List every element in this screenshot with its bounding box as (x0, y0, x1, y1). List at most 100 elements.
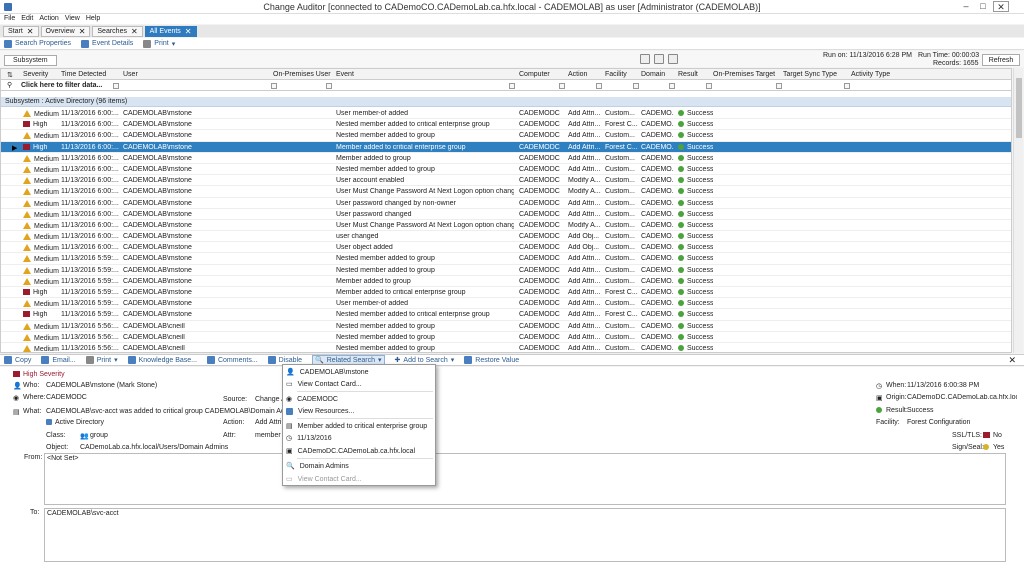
col-target-sync-type[interactable]: Target Sync Type (783, 71, 837, 78)
copy-button[interactable]: Copy (4, 356, 31, 364)
col-event[interactable]: Event (336, 71, 354, 78)
filter-row[interactable]: ⚲ Click here to filter data... (1, 81, 1011, 91)
to-box[interactable]: CADEMOLAB\svc-acct (44, 508, 1006, 562)
table-row[interactable]: Medium 11/13/2016 6:00:... CADEMOLAB\mston… (1, 164, 1011, 176)
disable-button[interactable]: Disable (267, 356, 302, 364)
subsystem-group-button[interactable]: Subsystem (4, 55, 57, 66)
cell-result: Success (678, 266, 713, 274)
filter-cell-icon[interactable] (776, 83, 782, 89)
menu-item-user[interactable]: 👤 CADEMOLAB\mstone (286, 366, 369, 378)
col-result[interactable]: Result (678, 71, 698, 78)
scrollbar-thumb[interactable] (1016, 78, 1022, 138)
table-row[interactable]: Medium 11/13/2016 6:00:... CADEMOLAB\mston… (1, 153, 1011, 164)
comments-button[interactable]: Comments... (206, 356, 258, 364)
col-on-premises-target[interactable]: On-Premises Target (713, 71, 775, 78)
table-row[interactable]: Medium 11/13/2016 5:59:... CADEMOLAB\mston… (1, 265, 1011, 276)
sort-icon[interactable]: ⇅ (7, 71, 13, 79)
cell-event: Member added to group (336, 154, 411, 162)
add-to-search-button[interactable]: ✚ Add to Search ▾ (395, 356, 455, 365)
print-detail-button[interactable]: Print ▾ (85, 356, 118, 364)
menu-item-event[interactable]: ▤ Member added to critical enterprise gro… (286, 420, 427, 432)
filter-cell-icon[interactable] (559, 83, 565, 89)
email-button[interactable]: Email... (41, 356, 76, 364)
from-box[interactable]: <Not Set> (44, 453, 1006, 505)
table-row[interactable]: Medium 11/13/2016 5:59:... CADEMOLAB\mston… (1, 253, 1011, 265)
menu-item-object[interactable]: 🔍 Domain Admins (286, 460, 349, 472)
search-properties-button[interactable]: Search Properties (4, 39, 71, 48)
table-row[interactable]: High 11/13/2016 5:59:... CADEMOLAB\mstone N… (1, 309, 1011, 321)
table-row[interactable]: Medium 11/13/2016 6:00:... CADEMOLAB\mston… (1, 220, 1011, 232)
table-row[interactable]: Medium 11/13/2016 6:00:... CADEMOLAB\mston… (1, 130, 1011, 142)
close-tab-icon[interactable]: ✕ (131, 27, 138, 36)
knowledge-base-button[interactable]: Knowledge Base... (127, 356, 197, 364)
group-header[interactable]: Subsystem : Active Directory (96 items) (1, 97, 1011, 107)
col-activity-type[interactable]: Activity Type (851, 71, 890, 78)
menu-item-view-resources[interactable]: View Resources... (286, 405, 354, 417)
table-row[interactable]: Medium 11/13/2016 6:00:... CADEMOLAB\mston… (1, 231, 1011, 243)
menu-item-origin[interactable]: ▣ CADemoDC.CADemoLab.ca.hfx.local (286, 445, 415, 457)
filter-cell-icon[interactable] (596, 83, 602, 89)
menu-view[interactable]: View (65, 14, 80, 24)
close-icon[interactable]: ✕ (993, 1, 1009, 12)
close-icon[interactable]: ✕ (1008, 355, 1016, 366)
table-row[interactable]: Medium 11/13/2016 6:00:... CADEMOLAB\mston… (1, 198, 1011, 209)
what-label: What: (23, 408, 42, 415)
menu-item-contact-card[interactable]: ▭ View Contact Card... (286, 378, 362, 390)
table-row[interactable]: Medium 11/13/2016 6:00:... CADEMOLAB\mston… (1, 186, 1011, 198)
table-row[interactable]: Medium 11/13/2016 5:59:... CADEMOLAB\mston… (1, 276, 1011, 287)
close-tab-icon[interactable]: ✕ (185, 27, 192, 36)
table-row[interactable]: Medium11/13/2016 5:56:... CADEMOLAB\cneil… (1, 321, 1011, 332)
close-tab-icon[interactable]: ✕ (79, 27, 86, 36)
table-row[interactable]: Medium11/13/2016 5:56:... CADEMOLAB\cneil… (1, 343, 1011, 355)
filter-cell-icon[interactable] (633, 83, 639, 89)
table-row[interactable]: Medium11/13/2016 5:56:... CADEMOLAB\cneil… (1, 332, 1011, 343)
table-row[interactable]: Medium 11/13/2016 6:00:... CADEMOLAB\mston… (1, 175, 1011, 187)
cell-domain: CADEMO... (641, 110, 674, 117)
col-user[interactable]: User (123, 71, 138, 78)
tab-all-events[interactable]: All Events ✕ (144, 26, 197, 37)
tab-searches[interactable]: Searches ✕ (92, 26, 143, 37)
refresh-button[interactable]: Refresh (982, 54, 1020, 66)
filter-cell-icon[interactable] (844, 83, 850, 89)
filter-cell-icon[interactable] (113, 83, 119, 89)
filter-cell-icon[interactable] (706, 83, 712, 89)
col-severity[interactable]: Severity (23, 71, 48, 78)
table-row[interactable]: Medium 11/13/2016 6:00:... CADEMOLAB\mston… (1, 108, 1011, 120)
print-button[interactable]: Print ▾ (143, 39, 175, 48)
table-row[interactable]: Medium 11/13/2016 6:00:... CADEMOLAB\mston… (1, 242, 1011, 254)
chart-icon[interactable] (654, 54, 664, 64)
filter-placeholder[interactable]: Click here to filter data... (21, 82, 102, 89)
export-icon[interactable] (668, 54, 678, 64)
filter-cell-icon[interactable] (669, 83, 675, 89)
close-tab-icon[interactable]: ✕ (27, 27, 34, 36)
menu-help[interactable]: Help (86, 14, 100, 24)
menu-file[interactable]: File (4, 14, 15, 24)
menu-edit[interactable]: Edit (21, 14, 33, 24)
col-domain[interactable]: Domain (641, 71, 665, 78)
col-time-detected[interactable]: Time Detected (61, 71, 106, 78)
tab-overview[interactable]: Overview ✕ (40, 26, 91, 37)
menu-item-computer[interactable]: ◉ CADEMODC (286, 393, 338, 405)
col-action[interactable]: Action (568, 71, 587, 78)
col-facility[interactable]: Facility (605, 71, 627, 78)
table-row[interactable]: High 11/13/2016 6:00:... CADEMOLAB\mstone N… (1, 119, 1011, 131)
table-row[interactable]: Medium 11/13/2016 6:00:... CADEMOLAB\mston… (1, 209, 1011, 220)
tab-start[interactable]: Start ✕ (3, 26, 39, 37)
col-computer[interactable]: Computer (519, 71, 550, 78)
restore-value-button[interactable]: Restore Value (464, 356, 519, 364)
table-row[interactable]: High 11/13/2016 5:59:... CADEMOLAB\mstone M… (1, 287, 1011, 299)
chevron-down-icon: ▾ (114, 357, 118, 364)
filter-cell-icon[interactable] (509, 83, 515, 89)
menu-item-date[interactable]: ◷ 11/13/2016 (286, 432, 332, 444)
event-details-button[interactable]: Event Details (81, 39, 133, 48)
grid-scrollbar[interactable] (1013, 68, 1023, 353)
filter-cell-icon[interactable] (326, 83, 332, 89)
table-row[interactable]: Medium 11/13/2016 5:59:... CADEMOLAB\mston… (1, 298, 1011, 310)
minimize-icon[interactable]: – (958, 1, 974, 12)
col-on-premises-user[interactable]: On-Premises User (273, 71, 331, 78)
grid-layout-icon[interactable] (640, 54, 650, 64)
table-row[interactable]: ▶ High 11/13/2016 6:00:... CADEMOLAB\mstone… (1, 141, 1011, 153)
maximize-icon[interactable]: □ (975, 1, 991, 12)
filter-cell-icon[interactable] (271, 83, 277, 89)
menu-action[interactable]: Action (39, 14, 58, 24)
